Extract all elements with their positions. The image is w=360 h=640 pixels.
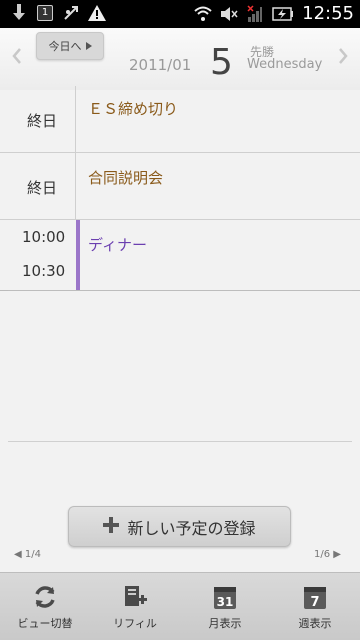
prev-day-button[interactable] xyxy=(8,45,26,69)
refresh-icon xyxy=(31,583,59,611)
today-button-label: 今日へ xyxy=(48,40,82,53)
month-view-button[interactable]: 31 月表示 xyxy=(180,573,270,640)
triangle-right-icon xyxy=(85,42,92,50)
event-color-bar xyxy=(76,220,80,290)
refill-label: リフィル xyxy=(113,616,157,630)
chevron-left-icon xyxy=(12,48,21,64)
event-row[interactable]: 終日 ＥＳ締め切り xyxy=(0,86,360,153)
today-button[interactable]: 今日へ xyxy=(36,32,104,60)
notification-count-icon: 1 xyxy=(36,4,54,22)
week-view-button[interactable]: 7 週表示 xyxy=(270,573,360,640)
week-view-label: 週表示 xyxy=(298,616,332,630)
view-switch-button[interactable]: ビュー切替 xyxy=(0,573,90,640)
day-number: 5 xyxy=(210,42,233,83)
event-title: ＥＳ締め切り xyxy=(88,100,179,118)
download-icon xyxy=(10,4,28,22)
refill-add-icon xyxy=(121,583,149,611)
add-event-button[interactable]: 新しい予定の登録 xyxy=(68,506,291,547)
mute-icon xyxy=(220,5,238,23)
next-day-button[interactable] xyxy=(334,45,352,69)
event-row[interactable]: 10:00 10:30 ディナー xyxy=(0,220,360,291)
year-month: 2011/01 xyxy=(129,56,192,74)
event-title: ディナー xyxy=(88,236,147,254)
no-signal-icon xyxy=(246,4,264,23)
allday-label: 終日 xyxy=(26,112,57,130)
bottom-toolbar: ビュー切替 リフィル 31 月表示 7 週表示 xyxy=(0,572,360,640)
calendar-7-icon: 7 xyxy=(301,583,329,611)
wifi-icon xyxy=(194,5,212,23)
allday-label: 終日 xyxy=(26,179,57,197)
event-start-time: 10:00 xyxy=(22,228,66,246)
plus-icon xyxy=(103,514,120,539)
triangle-left-icon: ◀ xyxy=(14,549,25,560)
clock: 12:55 xyxy=(302,3,354,24)
status-bar: 1 12:55 xyxy=(0,0,360,28)
weekday-label: Wednesday xyxy=(247,57,323,72)
divider xyxy=(8,290,352,291)
divider xyxy=(8,441,352,442)
view-switch-label: ビュー切替 xyxy=(17,616,73,630)
usb-debug-icon xyxy=(62,4,80,22)
event-end-time: 10:30 xyxy=(22,262,66,280)
page-indicator-left[interactable]: ◀ 1/4 xyxy=(14,549,41,560)
page-indicator-right[interactable]: 1/6 ▶ xyxy=(314,549,341,560)
triangle-right-icon: ▶ xyxy=(330,549,341,560)
event-title: 合同説明会 xyxy=(88,169,164,187)
add-event-label: 新しい予定の登録 xyxy=(127,518,256,538)
refill-button[interactable]: リフィル xyxy=(90,573,180,640)
event-list: 終日 ＥＳ締め切り 終日 合同説明会 10:00 10:30 ディナー xyxy=(0,86,360,291)
svg-text:31: 31 xyxy=(217,595,234,609)
warning-icon xyxy=(88,4,106,22)
month-view-label: 月表示 xyxy=(208,616,242,630)
event-row[interactable]: 終日 合同説明会 xyxy=(0,153,360,220)
svg-text:7: 7 xyxy=(310,595,319,610)
chevron-right-icon xyxy=(339,48,348,64)
date-header: 今日へ 2011/01 5 先勝 Wednesday xyxy=(0,28,360,90)
battery-charging-icon xyxy=(272,5,294,23)
calendar-31-icon: 31 xyxy=(211,583,239,611)
